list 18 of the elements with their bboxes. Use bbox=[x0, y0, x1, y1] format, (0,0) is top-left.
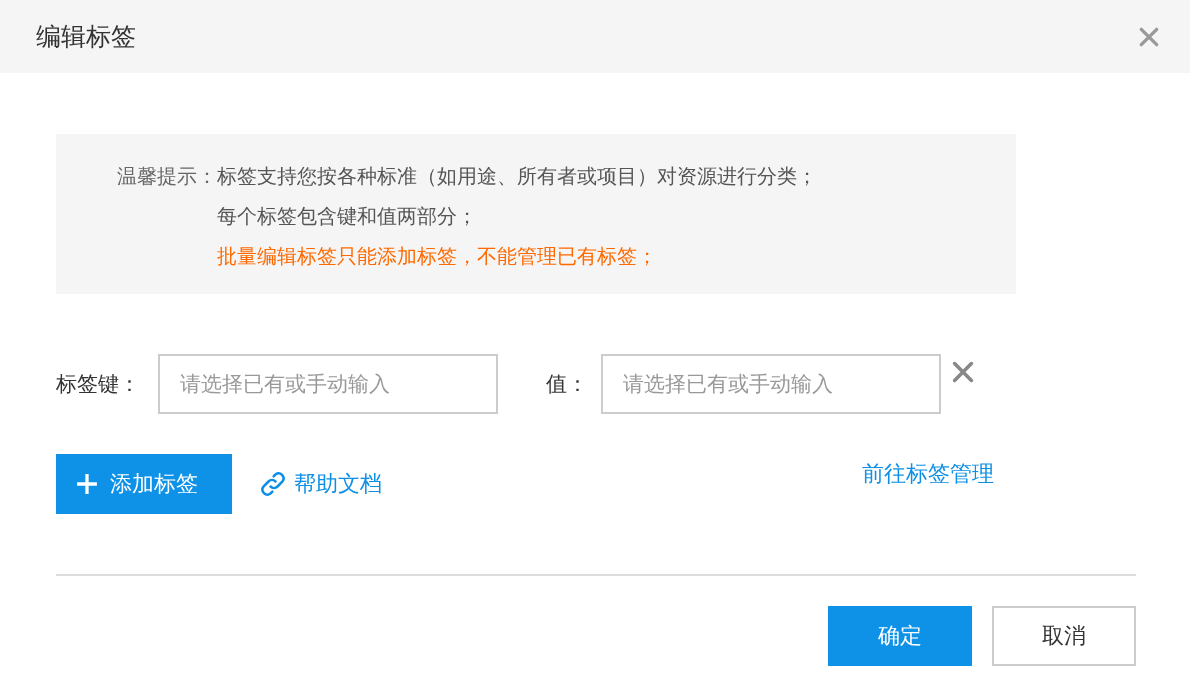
link-icon bbox=[258, 469, 288, 499]
tag-value-field[interactable]: 请选择已有或手动输入 bbox=[601, 354, 941, 414]
dialog-title: 编辑标签 bbox=[36, 21, 136, 53]
help-doc-link[interactable]: 帮助文档 bbox=[294, 469, 382, 499]
tag-key-label: 标签键： bbox=[56, 371, 141, 398]
tag-value-label: 值： bbox=[546, 371, 589, 398]
manage-tags-link[interactable]: 前往标签管理 bbox=[862, 459, 994, 489]
add-tag-button[interactable]: 添加标签 bbox=[56, 454, 232, 514]
notice-label: 温馨提示： bbox=[117, 163, 217, 190]
warning-text: 批量编辑标签只能添加标签，不能管理已有标签； bbox=[217, 243, 658, 270]
plus-icon bbox=[76, 473, 98, 495]
confirm-button[interactable]: 确定 bbox=[828, 606, 972, 666]
tag-key-field[interactable]: 请选择已有或手动输入 bbox=[158, 354, 498, 414]
notice-text: 每个标签包含键和值两部分； bbox=[217, 203, 478, 230]
cancel-button[interactable]: 取消 bbox=[992, 606, 1136, 666]
notice-text: 标签支持您按各种标准（如用途、所有者或项目）对资源进行分类； bbox=[217, 163, 817, 190]
close-icon[interactable] bbox=[1138, 25, 1160, 48]
remove-icon[interactable] bbox=[951, 360, 975, 384]
